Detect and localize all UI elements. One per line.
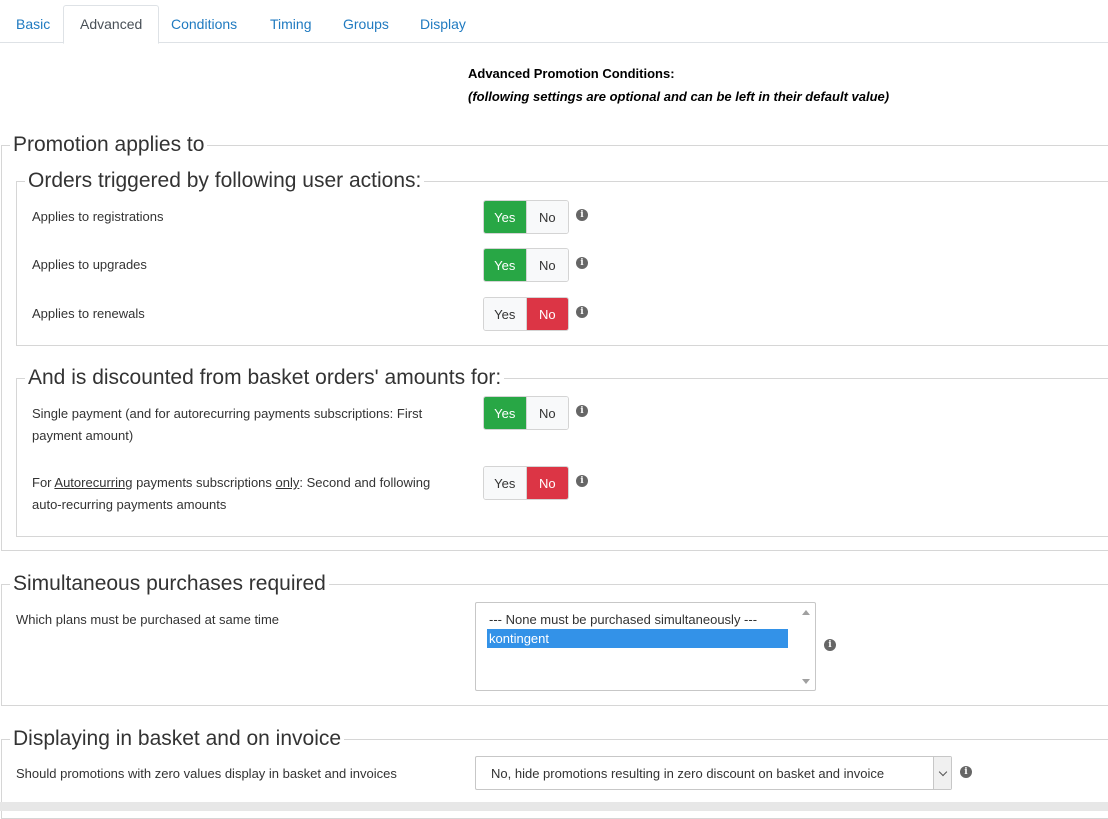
registrations-no-button[interactable]: No (525, 201, 568, 233)
zero-value-display-select[interactable]: No, hide promotions resulting in zero di… (475, 756, 952, 790)
upgrades-label: Applies to upgrades (32, 257, 147, 272)
simultaneous-label: Which plans must be purchased at same ti… (16, 612, 280, 627)
chevron-down-icon[interactable] (933, 757, 951, 789)
autorecurring-label-u1: Autorecurring (54, 475, 133, 490)
zero-value-display-selected: No, hide promotions resulting in zero di… (491, 766, 885, 781)
renewals-toggle: Yes No (483, 297, 569, 331)
autorecurring-toggle: Yes No (483, 466, 569, 500)
renewals-yes-button[interactable]: Yes (484, 298, 526, 330)
bottom-toolbar (0, 802, 1108, 811)
display-legend: Displaying in basket and on invoice (10, 727, 345, 751)
scroll-up-icon[interactable] (802, 610, 810, 615)
discounted-legend: And is discounted from basket orders' am… (25, 366, 505, 390)
renewals-label: Applies to renewals (32, 306, 145, 321)
promotion-applies-legend: Promotion applies to (10, 133, 208, 157)
autorecurring-label-prefix: For (32, 475, 55, 490)
single-payment-label: Single payment (and for autorecurring pa… (32, 403, 472, 447)
plans-listbox[interactable]: --- None must be purchased simultaneousl… (475, 602, 816, 691)
registrations-yes-button[interactable]: Yes (484, 201, 526, 233)
autorecurring-label-suffix: : Second and following (299, 475, 431, 490)
autorecurring-yes-button[interactable]: Yes (484, 467, 526, 499)
tab-bar: Basic Advanced Conditions Timing Groups … (0, 0, 1108, 44)
tab-conditions[interactable]: Conditions (155, 5, 253, 43)
info-icon[interactable]: i (960, 766, 972, 778)
info-icon[interactable]: i (576, 209, 588, 221)
listbox-scrollbar[interactable] (798, 603, 815, 690)
autorecurring-label-mid: payments subscriptions (132, 475, 276, 490)
autorecurring-label-line2: auto-recurring payments amounts (32, 497, 227, 512)
info-icon[interactable]: i (824, 639, 836, 651)
single-payment-yes-button[interactable]: Yes (484, 397, 526, 429)
user-actions-legend: Orders triggered by following user actio… (25, 169, 425, 193)
plan-option-none[interactable]: --- None must be purchased simultaneousl… (487, 610, 788, 629)
autorecurring-label: For Autorecurring payments subscriptions… (32, 472, 472, 516)
tab-basic[interactable]: Basic (0, 5, 66, 43)
display-label: Should promotions with zero values displ… (16, 766, 397, 781)
info-icon[interactable]: i (576, 306, 588, 318)
plan-option-kontingent[interactable]: kontingent (487, 629, 788, 648)
upgrades-no-button[interactable]: No (525, 249, 568, 281)
tab-timing[interactable]: Timing (254, 5, 328, 43)
registrations-toggle: Yes No (483, 200, 569, 234)
single-payment-no-button[interactable]: No (525, 397, 568, 429)
tab-groups[interactable]: Groups (327, 5, 405, 43)
section-title: Advanced Promotion Conditions: (468, 66, 675, 81)
scroll-down-icon[interactable] (802, 679, 810, 684)
registrations-label: Applies to registrations (32, 209, 164, 224)
single-payment-label-line2: payment amount) (32, 428, 134, 443)
simultaneous-legend: Simultaneous purchases required (10, 572, 329, 596)
info-icon[interactable]: i (576, 475, 588, 487)
single-payment-label-line1: Single payment (and for autorecurring pa… (32, 406, 423, 421)
info-icon[interactable]: i (576, 405, 588, 417)
autorecurring-no-button[interactable]: No (525, 467, 568, 499)
info-icon[interactable]: i (576, 257, 588, 269)
tab-display[interactable]: Display (404, 5, 482, 43)
upgrades-toggle: Yes No (483, 248, 569, 282)
single-payment-toggle: Yes No (483, 396, 569, 430)
section-subtitle: (following settings are optional and can… (468, 89, 890, 104)
upgrades-yes-button[interactable]: Yes (484, 249, 526, 281)
tab-advanced[interactable]: Advanced (63, 5, 160, 44)
renewals-no-button[interactable]: No (525, 298, 568, 330)
autorecurring-label-u2: only (275, 475, 300, 490)
